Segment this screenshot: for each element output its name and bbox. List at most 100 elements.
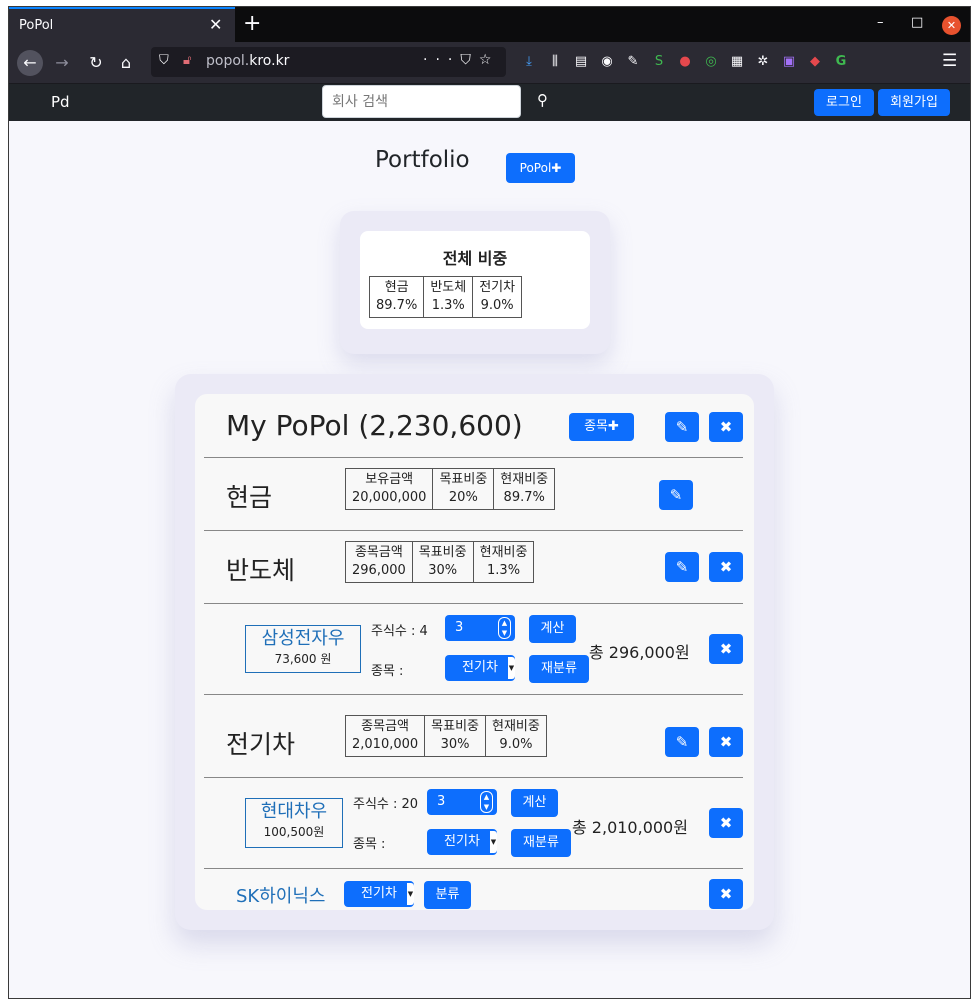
extension-paw-icon[interactable]: ✲ [750, 54, 776, 69]
unclassified-category-select[interactable]: 전기차 ▼ [344, 881, 414, 907]
tab-title: PoPol [19, 18, 54, 33]
quantity-stepper[interactable]: 3 ▲ ▼ [445, 615, 515, 641]
close-icon: ✖ [719, 558, 733, 576]
group-header: 현재비중 [492, 719, 540, 734]
quantity-value: 3 [455, 620, 464, 635]
shield-icon[interactable]: ⛉ [159, 53, 169, 68]
ratio-name: 반도체 [430, 280, 467, 295]
home-icon[interactable]: ⌂ [113, 50, 139, 76]
ratio-pct: 89.7% [376, 298, 418, 313]
minimize-icon[interactable]: – [877, 15, 884, 30]
extension-tomato-icon[interactable]: ● [672, 54, 698, 69]
quantity-stepper[interactable]: 3 ▲ ▼ [427, 789, 497, 815]
edit-portfolio-button[interactable]: ✎ [665, 412, 699, 442]
reclassify-button[interactable]: 재분류 [511, 829, 571, 857]
cash-group-title: 현금 [226, 483, 273, 512]
add-popol-button[interactable]: PoPol✚ [506, 153, 575, 183]
page-actions-icon[interactable]: ···⛉☆ [423, 52, 499, 68]
category-select[interactable]: 전기차 ▼ [427, 829, 497, 855]
cash-cell: 목표비중 20% [432, 468, 495, 510]
stock-card[interactable]: 현대차우 100,500원 [245, 798, 343, 848]
edit-group-button[interactable]: ✎ [665, 552, 699, 582]
group-cell: 목표비중 30% [424, 715, 487, 757]
ratio-cell: 전기차 9.0% [472, 276, 523, 318]
extension-puzzle-icon[interactable]: ▣ [776, 54, 802, 69]
cash-header: 현재비중 [500, 472, 549, 487]
browser-window: PoPol ✕ + – □ ✕ ← → ↻ ⌂ ⛉ 🔓︎ popol.kro.k… [8, 6, 971, 999]
account-icon[interactable]: ◉ [594, 54, 620, 69]
edit-group-button[interactable]: ✎ [665, 727, 699, 757]
delete-stock-button[interactable]: ✖ [709, 808, 743, 838]
divider [204, 530, 743, 531]
ratio-cell: 반도체 1.3% [423, 276, 474, 318]
unclassified-stock-name[interactable]: SK하이닉스 [236, 882, 325, 908]
category-value: 전기차 [462, 660, 498, 675]
add-stock-button[interactable]: 종목✚ [569, 413, 634, 441]
group-header: 종목금액 [354, 545, 403, 560]
cash-cell: 현재비중 89.7% [493, 468, 556, 510]
url-host: popol. [206, 53, 250, 69]
forward-icon[interactable]: → [49, 50, 75, 76]
stock-card[interactable]: 삼성전자우 73,600 원 [245, 625, 361, 673]
reload-icon[interactable]: ↻ [83, 50, 109, 76]
extension-grid-icon[interactable]: ▦ [724, 54, 750, 69]
mypopol-title: My PoPol (2,230,600) [226, 409, 523, 442]
extension-red-icon[interactable]: ◆ [802, 54, 828, 69]
group-cell: 종목금액 2,010,000 [344, 715, 426, 757]
screenshot-icon[interactable]: ✎ [620, 54, 646, 69]
browser-tab[interactable]: PoPol ✕ [9, 7, 235, 42]
reclassify-button[interactable]: 재분류 [529, 655, 589, 683]
classify-button[interactable]: 분류 [424, 881, 471, 909]
window-close-icon[interactable]: ✕ [942, 16, 961, 35]
grammarly-icon[interactable]: G [828, 54, 854, 69]
group-header: 현재비중 [479, 545, 528, 560]
new-tab-icon[interactable]: + [243, 11, 261, 36]
back-icon[interactable]: ← [17, 50, 43, 76]
group-value: 1.3% [487, 563, 521, 578]
delete-group-button[interactable]: ✖ [709, 727, 743, 757]
edit-cash-button[interactable]: ✎ [659, 480, 693, 510]
close-icon: ✖ [719, 418, 733, 436]
tab-close-icon[interactable]: ✕ [209, 15, 222, 34]
category-select[interactable]: 전기차 ▼ [445, 655, 515, 681]
delete-stock-button[interactable]: ✖ [709, 634, 743, 664]
group-header: 목표비중 [418, 545, 467, 560]
caret-down-icon: ▼ [490, 831, 497, 853]
extension-sync-icon[interactable]: ◎ [698, 54, 724, 69]
group-header: 종목금액 [361, 719, 409, 734]
cash-cell: 보유금액 20,000,000 [344, 468, 434, 510]
category-label: 종목 : [353, 837, 386, 852]
caret-down-icon: ▼ [508, 657, 515, 679]
stepper-arrows-icon[interactable]: ▲ ▼ [480, 791, 493, 813]
edit-icon: ✎ [675, 418, 689, 436]
url-bar[interactable]: ⛉ 🔓︎ popol.kro.kr ···⛉☆ [151, 47, 506, 77]
category-value: 전기차 [444, 834, 480, 849]
group-value: 30% [428, 563, 458, 578]
search-icon[interactable]: ⚲ [537, 91, 548, 109]
extension-s-icon[interactable]: S [646, 54, 672, 69]
stepper-arrows-icon[interactable]: ▲ ▼ [498, 617, 511, 639]
library-icon[interactable]: ⫼ [542, 54, 568, 69]
site-brand[interactable]: Pd [51, 93, 70, 111]
stock-total: 총 2,010,000원 [572, 818, 688, 837]
company-search-input[interactable] [322, 85, 521, 118]
delete-portfolio-button[interactable]: ✖ [709, 412, 743, 442]
close-icon: ✖ [719, 733, 733, 751]
divider [204, 603, 743, 604]
calc-button[interactable]: 계산 [529, 615, 576, 643]
url-text[interactable]: popol.kro.kr [206, 53, 289, 69]
browser-toolbar: ← → ↻ ⌂ ⛉ 🔓︎ popol.kro.kr ···⛉☆ ⤓ ⫼ ▤ ◉ ✎ S ● ◎… [9, 42, 970, 84]
signup-button[interactable]: 회원가입 [878, 89, 950, 116]
delete-unclassified-button[interactable]: ✖ [709, 879, 743, 909]
menu-icon[interactable]: ☰ [942, 51, 957, 71]
download-icon[interactable]: ⤓ [516, 54, 542, 69]
maximize-icon[interactable]: □ [911, 15, 923, 30]
delete-group-button[interactable]: ✖ [709, 552, 743, 582]
group-cell: 종목금액 296,000 [345, 541, 413, 583]
login-button[interactable]: 로그인 [814, 89, 874, 116]
group-title: 전기차 [226, 730, 296, 759]
group-header: 목표비중 [431, 719, 480, 734]
calc-button[interactable]: 계산 [511, 789, 558, 817]
sidebar-icon[interactable]: ▤ [568, 54, 594, 69]
insecure-lock-icon[interactable]: 🔓︎ [183, 53, 191, 68]
